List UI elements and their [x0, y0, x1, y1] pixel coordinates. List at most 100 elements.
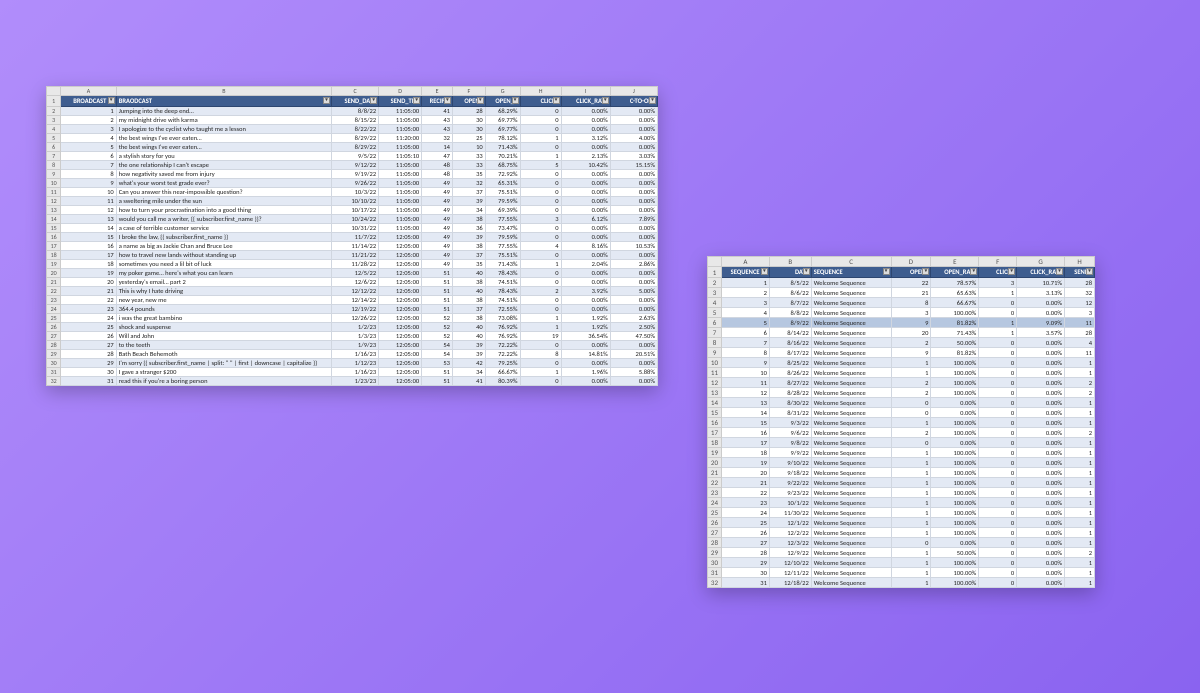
row-header[interactable]: 5	[47, 134, 61, 143]
cell[interactable]: Welcome Sequence	[811, 318, 891, 328]
cell[interactable]: 22	[61, 296, 116, 305]
col-header-J[interactable]: J	[610, 87, 657, 96]
cell[interactable]: 0.00%	[931, 438, 979, 448]
cell[interactable]: 20	[721, 468, 769, 478]
cell[interactable]: a name as big as Jackie Chan and Bruce L…	[116, 242, 331, 251]
cell[interactable]: 11/28/22	[331, 260, 378, 269]
cell[interactable]: 33	[452, 161, 485, 170]
cell[interactable]: 34	[452, 206, 485, 215]
cell[interactable]: 0	[891, 398, 931, 408]
cell[interactable]: 100.00%	[931, 358, 979, 368]
cell[interactable]: 29	[61, 359, 116, 368]
cell[interactable]: 53	[422, 359, 453, 368]
cell[interactable]: 12:05:00	[379, 260, 422, 269]
cell[interactable]: 5.00%	[610, 287, 657, 296]
data-header-clicks[interactable]: CLICKS▾	[979, 267, 1017, 278]
cell[interactable]: 0.00%	[1017, 368, 1065, 378]
cell[interactable]: 10	[61, 188, 116, 197]
cell[interactable]: 49	[422, 206, 453, 215]
cell[interactable]: 2.04%	[561, 260, 610, 269]
cell[interactable]: 2	[520, 287, 561, 296]
table-row[interactable]: 1312how to turn your procrastination int…	[47, 206, 658, 215]
row-header[interactable]: 32	[47, 377, 61, 386]
col-header-D[interactable]: D	[379, 87, 422, 96]
cell[interactable]: a stylish story for you	[116, 152, 331, 161]
cell[interactable]: 79.25%	[485, 359, 520, 368]
cell[interactable]: 11:05:00	[379, 188, 422, 197]
cell[interactable]: 13	[721, 398, 769, 408]
cell[interactable]: 100.00%	[931, 378, 979, 388]
cell[interactable]: 51	[422, 287, 453, 296]
cell[interactable]: 69.77%	[485, 125, 520, 134]
row-header[interactable]: 27	[708, 528, 722, 538]
cell[interactable]: 0.00%	[1017, 298, 1065, 308]
cell[interactable]: Welcome Sequence	[811, 388, 891, 398]
cell[interactable]: 9/8/22	[769, 438, 811, 448]
cell[interactable]: 30	[452, 116, 485, 125]
corner-cell[interactable]	[47, 87, 61, 96]
cell[interactable]: 75.51%	[485, 188, 520, 197]
cell[interactable]: 0.00%	[561, 170, 610, 179]
cell[interactable]: 0.00%	[1017, 468, 1065, 478]
cell[interactable]: 36.54%	[561, 332, 610, 341]
cell[interactable]: 0.00%	[1017, 508, 1065, 518]
cell[interactable]: 19	[520, 332, 561, 341]
cell[interactable]: Welcome Sequence	[811, 378, 891, 388]
table-row[interactable]: 1615I broke the law, {{ subscriber.first…	[47, 233, 658, 242]
cell[interactable]: 0.00%	[1017, 518, 1065, 528]
cell[interactable]: 11:05:00	[379, 197, 422, 206]
filter-dropdown-icon[interactable]: ▾	[883, 268, 890, 275]
cell[interactable]: 100.00%	[931, 568, 979, 578]
cell[interactable]: 0.00%	[610, 224, 657, 233]
cell[interactable]: 4	[520, 242, 561, 251]
cell[interactable]: 0	[979, 308, 1017, 318]
cell[interactable]: 1	[891, 548, 931, 558]
cell[interactable]: 51	[422, 305, 453, 314]
cell[interactable]: 12/2/22	[769, 528, 811, 538]
cell[interactable]: 0	[979, 468, 1017, 478]
cell[interactable]: 49	[422, 242, 453, 251]
col-header-H[interactable]: H	[1065, 257, 1095, 267]
row-header[interactable]: 23	[708, 488, 722, 498]
table-row[interactable]: 2524i was the great bambino12/26/2212:05…	[47, 314, 658, 323]
cell[interactable]: 0.00%	[610, 278, 657, 287]
cell[interactable]: 12:05:00	[379, 233, 422, 242]
cell[interactable]: 0.00%	[561, 188, 610, 197]
cell[interactable]: 18	[721, 448, 769, 458]
row-header[interactable]: 20	[708, 458, 722, 468]
cell[interactable]: 0.00%	[1017, 558, 1065, 568]
cell[interactable]: Welcome Sequence	[811, 508, 891, 518]
row-header[interactable]: 14	[708, 398, 722, 408]
cell[interactable]: 47.50%	[610, 332, 657, 341]
cell[interactable]: 66.67%	[931, 298, 979, 308]
cell[interactable]: 100.00%	[931, 458, 979, 468]
cell[interactable]: Welcome Sequence	[811, 538, 891, 548]
table-row[interactable]: 54the best wings I've ever eaten…8/29/22…	[47, 134, 658, 143]
cell[interactable]: 27	[721, 538, 769, 548]
row-header[interactable]: 2	[708, 278, 722, 288]
cell[interactable]: 40	[452, 269, 485, 278]
table-row[interactable]: 76a stylish story for you9/5/2211:05:104…	[47, 152, 658, 161]
cell[interactable]: how to travel new lands without standing…	[116, 251, 331, 260]
cell[interactable]: 0	[979, 358, 1017, 368]
cell[interactable]: 8/14/22	[769, 328, 811, 338]
cell[interactable]: 9/19/22	[331, 170, 378, 179]
cell[interactable]: 12:05:00	[379, 368, 422, 377]
row-header[interactable]: 30	[47, 359, 61, 368]
table-row[interactable]: 13128/28/22Welcome Sequence2100.00%00.00…	[708, 388, 1095, 398]
row-header[interactable]: 29	[708, 548, 722, 558]
cell[interactable]: 0	[979, 438, 1017, 448]
cell[interactable]: 70.21%	[485, 152, 520, 161]
cell[interactable]: 0.00%	[1017, 308, 1065, 318]
cell[interactable]: 12:05:00	[379, 242, 422, 251]
cell[interactable]: 37	[452, 305, 485, 314]
cell[interactable]: 10.53%	[610, 242, 657, 251]
cell[interactable]: Welcome Sequence	[811, 558, 891, 568]
cell[interactable]: 49	[422, 233, 453, 242]
cell[interactable]: 11	[1065, 348, 1095, 358]
table-row[interactable]: 2827to the teeth1/9/2312:05:00543972.22%…	[47, 341, 658, 350]
cell[interactable]: 54	[422, 350, 453, 359]
cell[interactable]: 0.00%	[561, 377, 610, 386]
cell[interactable]: Welcome Sequence	[811, 448, 891, 458]
cell[interactable]: 77.55%	[485, 242, 520, 251]
